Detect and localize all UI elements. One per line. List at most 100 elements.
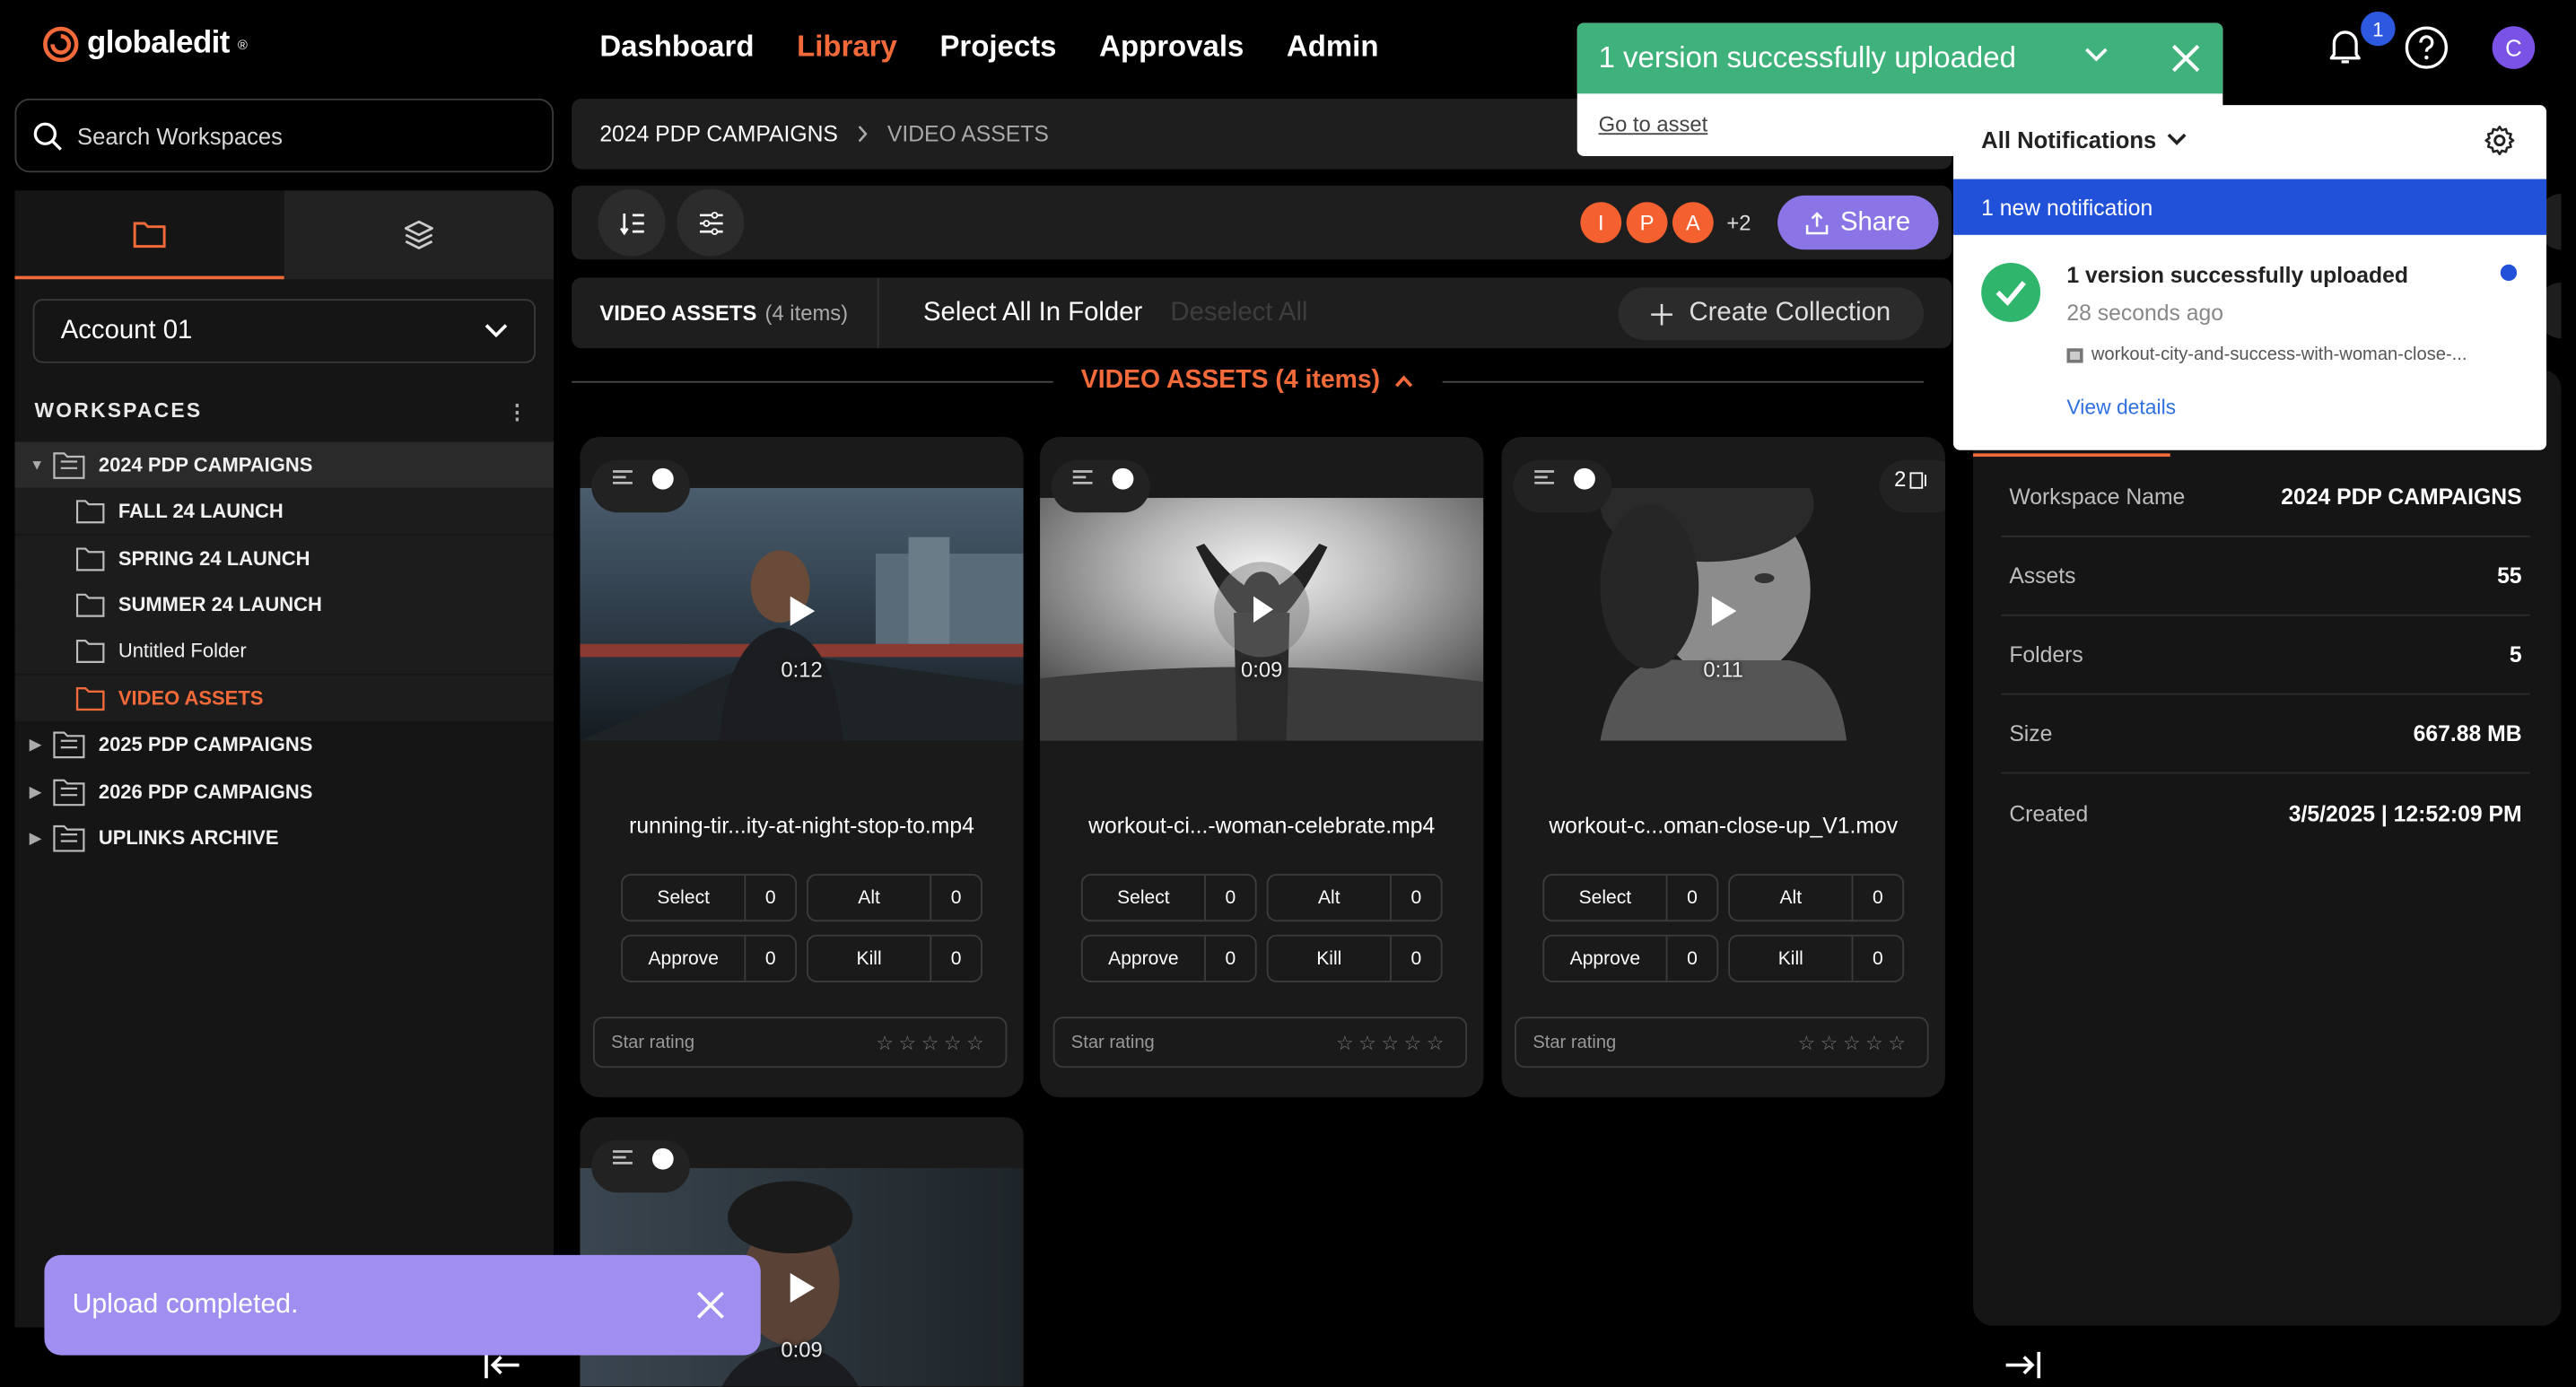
tree-item-spring-24[interactable]: SPRING 24 LAUNCH [14, 535, 554, 582]
search-input[interactable]: Search Workspaces [77, 122, 283, 148]
film-icon [2066, 347, 2083, 362]
drag-handle-icon[interactable] [1072, 470, 1093, 484]
tree-item-uplinks[interactable]: ▶ UPLINKS ARCHIVE [14, 815, 554, 860]
tab-layers[interactable] [284, 190, 554, 280]
star-rating[interactable]: Star rating ☆☆☆☆☆ [592, 1016, 1008, 1069]
tree-item-label: VIDEO ASSETS [118, 686, 264, 710]
nav-dashboard[interactable]: Dashboard [599, 30, 754, 64]
approve-vote-button[interactable]: Approve 0 [1080, 934, 1257, 982]
toast-close-button[interactable] [2171, 44, 2200, 73]
kill-label: Kill [1730, 936, 1854, 981]
collapsed-caret-icon[interactable]: ▶ [30, 782, 53, 800]
select-radio[interactable] [1574, 467, 1595, 490]
drag-handle-icon[interactable] [612, 470, 633, 484]
breadcrumb-parent[interactable]: 2024 PDP CAMPAIGNS [599, 121, 838, 145]
view-details-link[interactable]: View details [2066, 396, 2176, 419]
layers-icon [404, 220, 433, 249]
star-rating[interactable]: Star rating ☆☆☆☆☆ [1052, 1016, 1468, 1069]
video-thumbnail[interactable]: 0:09 [1040, 497, 1484, 741]
help-button[interactable] [2404, 24, 2449, 70]
chevron-right-icon [858, 126, 868, 143]
chevron-down-icon [485, 324, 508, 338]
notifications-filter[interactable]: All Notifications [1981, 126, 2186, 153]
tree-item-untitled[interactable]: Untitled Folder [14, 627, 554, 674]
alt-count: 0 [950, 887, 962, 908]
alt-vote-button[interactable]: Alt 0 [807, 874, 982, 922]
star-icons[interactable]: ☆☆☆☆☆ [876, 1031, 989, 1054]
drag-handle-icon[interactable] [612, 1150, 633, 1165]
select-all-button[interactable]: Select All In Folder [923, 298, 1142, 327]
section-divider[interactable]: VIDEO ASSETS (4 items) [572, 363, 1925, 399]
kill-vote-button[interactable]: Kill 0 [1266, 934, 1443, 982]
play-icon[interactable] [1212, 560, 1311, 659]
go-to-asset-link[interactable]: Go to asset [1599, 112, 1708, 136]
asset-card[interactable]: 0:12 running-tir...ity-at-night-stop-to.… [580, 437, 1024, 1098]
breadcrumb-current: VIDEO ASSETS [886, 121, 1049, 146]
approve-vote-button[interactable]: Approve 0 [1542, 934, 1719, 982]
detail-row: Workspace Name 2024 PDP CAMPAIGNS [2001, 458, 2530, 537]
notification-settings-button[interactable] [2483, 123, 2517, 157]
select-radio[interactable] [1112, 467, 1134, 490]
select-radio[interactable] [651, 467, 674, 490]
play-icon[interactable] [1708, 595, 1738, 628]
share-button[interactable]: Share [1777, 195, 1939, 250]
detail-row: Assets 55 [2001, 537, 2530, 616]
nav-approvals[interactable]: Approvals [1099, 30, 1244, 64]
kill-vote-button[interactable]: Kill 0 [1728, 934, 1905, 982]
tree-item-2026-pdp[interactable]: ▶ 2026 PDP CAMPAIGNS [14, 769, 554, 815]
kill-count: 0 [950, 948, 962, 969]
play-icon[interactable] [787, 595, 816, 628]
play-icon[interactable] [787, 1271, 816, 1304]
tree-item-video-assets[interactable]: VIDEO ASSETS [14, 675, 554, 721]
tree-item-label: FALL 24 LAUNCH [118, 499, 284, 523]
create-collection-button[interactable]: Create Collection [1618, 287, 1925, 341]
approve-vote-button[interactable]: Approve 0 [621, 934, 798, 982]
tab-folders[interactable] [14, 190, 284, 280]
collaborator-avatar: I [1580, 202, 1622, 243]
collapsed-caret-icon[interactable]: ▶ [30, 829, 53, 847]
select-vote-button[interactable]: Select 0 [621, 874, 798, 922]
workspaces-menu-icon[interactable]: ⋮ [507, 399, 528, 424]
toast-expand-button[interactable] [2085, 48, 2109, 62]
sort-button[interactable] [598, 188, 666, 257]
deselect-all-button[interactable]: Deselect All [1170, 298, 1307, 327]
sliders-icon [699, 211, 722, 234]
collapsed-caret-icon[interactable]: ▶ [30, 735, 53, 753]
tree-item-2025-pdp[interactable]: ▶ 2025 PDP CAMPAIGNS [14, 721, 554, 767]
drag-handle-icon[interactable] [1534, 470, 1555, 484]
notification-filename: workout-city-and-success-with-woman-clos… [2091, 345, 2467, 365]
tree-item-summer-24[interactable]: SUMMER 24 LAUNCH [14, 581, 554, 628]
user-avatar[interactable]: C [2492, 26, 2536, 69]
select-vote-button[interactable]: Select 0 [1080, 874, 1257, 922]
star-icons[interactable]: ☆☆☆☆☆ [1797, 1031, 1910, 1054]
select-radio[interactable] [651, 1147, 674, 1170]
video-thumbnail[interactable]: 0:11 [1501, 487, 1945, 741]
select-vote-button[interactable]: Select 0 [1542, 874, 1719, 922]
account-select[interactable]: Account 01 [32, 299, 536, 363]
alt-vote-button[interactable]: Alt 0 [1728, 874, 1905, 922]
alt-vote-button[interactable]: Alt 0 [1266, 874, 1443, 922]
folder-icon [75, 592, 105, 616]
nav-library[interactable]: Library [797, 30, 897, 64]
detail-key: Workspace Name [2009, 484, 2186, 510]
version-badge[interactable]: 2 [1894, 467, 1929, 491]
asset-card[interactable]: 0:11 2 workout-c...oman-close-up_V1.mov … [1501, 437, 1945, 1098]
upload-toast-close-button[interactable] [696, 1291, 724, 1319]
workspace-search[interactable]: Search Workspaces [14, 98, 554, 173]
video-thumbnail[interactable]: 0:12 [580, 487, 1024, 741]
expanded-caret-icon[interactable]: ▼ [30, 457, 53, 473]
filter-button[interactable] [677, 188, 745, 257]
collaborator-avatars[interactable]: I P A +2 [1580, 202, 1751, 243]
kill-vote-button[interactable]: Kill 0 [807, 934, 982, 982]
tree-item-2024-pdp[interactable]: ▼ 2024 PDP CAMPAIGNS [14, 441, 554, 488]
brand-logo[interactable]: globaledit ® [43, 26, 248, 63]
star-rating[interactable]: Star rating ☆☆☆☆☆ [1515, 1016, 1929, 1069]
details-panel: Workspace Name 2024 PDP CAMPAIGNS Assets 5… [1973, 369, 2562, 1326]
nav-projects[interactable]: Projects [939, 30, 1056, 64]
asset-card[interactable]: 0:09 workout-ci...-woman-celebrate.mp4 S… [1040, 437, 1484, 1098]
nav-admin[interactable]: Admin [1287, 30, 1379, 64]
sort-icon [619, 213, 643, 234]
collapse-details-button[interactable] [2003, 1350, 2042, 1380]
tree-item-fall-24[interactable]: FALL 24 LAUNCH [14, 487, 554, 535]
star-icons[interactable]: ☆☆☆☆☆ [1336, 1031, 1449, 1054]
